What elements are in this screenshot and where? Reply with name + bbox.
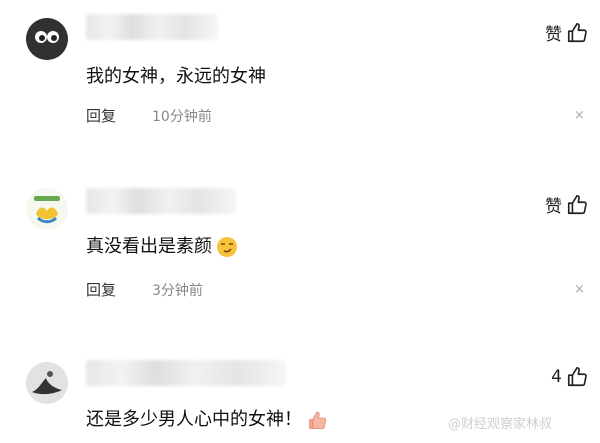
comment-text: 还是多少男人心中的女神！ bbox=[86, 405, 328, 431]
watermark: @财经观察家林叔 bbox=[448, 417, 553, 432]
comment-item-3: 还是多少男人心中的女神！ 4 bbox=[0, 0, 600, 443]
avatar-silhouette-icon bbox=[26, 362, 68, 404]
like-count: 4 bbox=[551, 367, 562, 387]
thumbs-up-icon bbox=[567, 367, 587, 387]
username-blurred bbox=[86, 360, 286, 386]
like-button[interactable]: 4 bbox=[551, 366, 588, 388]
comment-text-content: 还是多少男人心中的女神！ bbox=[86, 409, 302, 430]
thumbs-up-emoji-icon bbox=[309, 411, 327, 429]
avatar[interactable] bbox=[26, 362, 68, 404]
